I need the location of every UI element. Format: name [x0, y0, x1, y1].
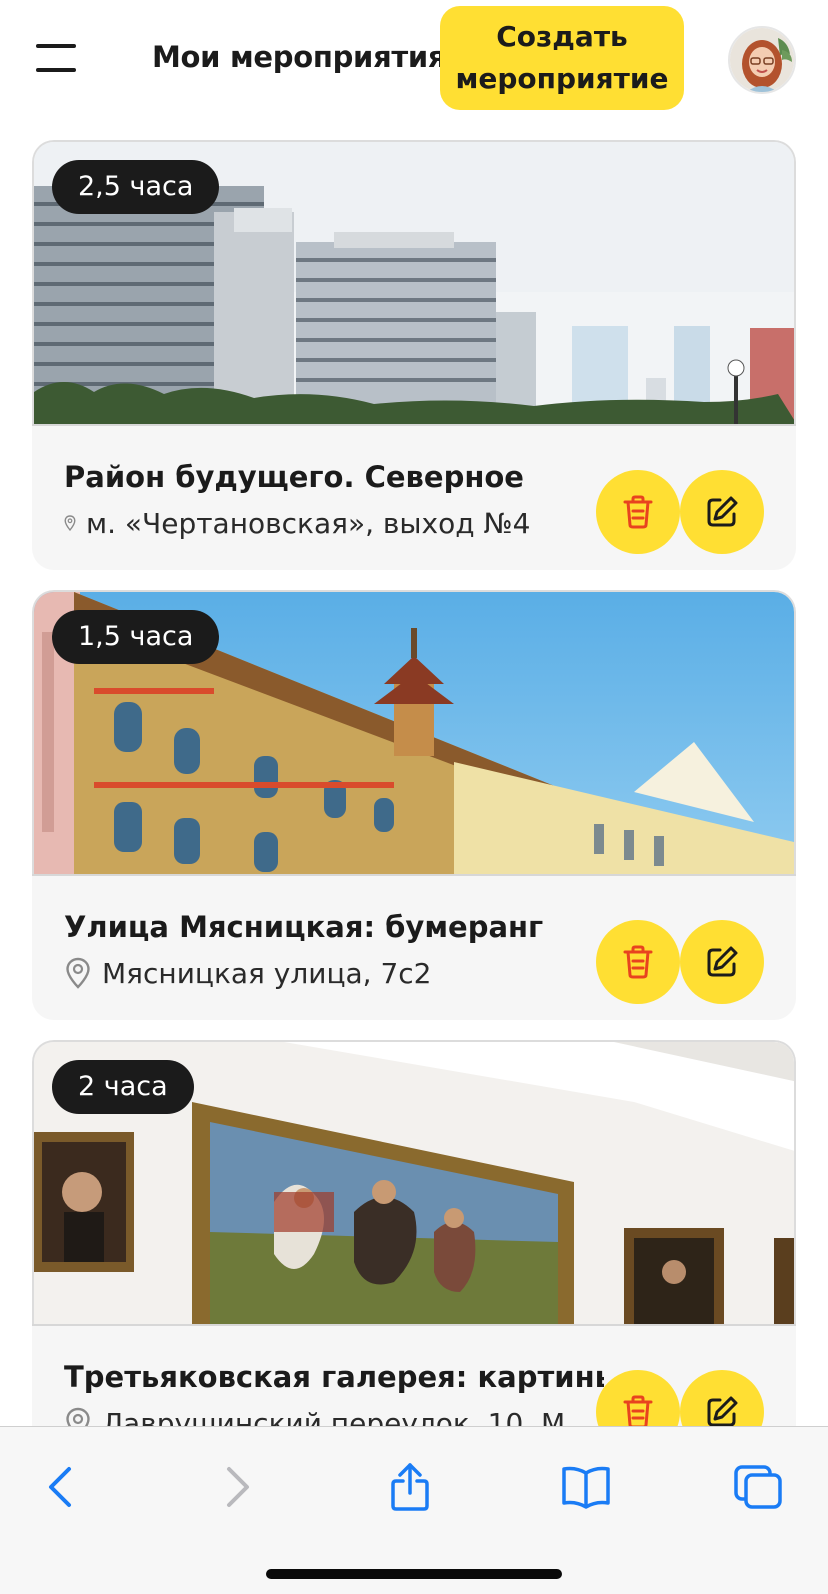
- hamburger-menu-icon[interactable]: [36, 44, 76, 72]
- create-event-button[interactable]: Создать мероприятие: [440, 6, 684, 110]
- edit-event-button[interactable]: [680, 920, 764, 1004]
- event-title: Район будущего. Северное: [64, 460, 524, 494]
- event-address: Мясницкая улица, 7с2: [64, 954, 604, 992]
- event-title: Улица Мясницкая: бумеранг: [64, 910, 544, 944]
- location-pin-icon: [64, 515, 76, 531]
- delete-event-button[interactable]: [596, 470, 680, 554]
- book-icon[interactable]: [556, 1457, 616, 1517]
- duration-badge: 2,5 часа: [52, 160, 220, 214]
- share-icon[interactable]: [380, 1457, 440, 1517]
- duration-badge: 2 часа: [52, 1060, 194, 1114]
- event-card[interactable]: 2,5 часа Район будущего. Северное м. «Че…: [32, 140, 796, 570]
- tabs-icon[interactable]: [728, 1457, 788, 1517]
- browser-toolbar: [0, 1426, 828, 1594]
- event-card[interactable]: 1,5 часа Улица Мясницкая: бумеранг Мясни…: [32, 590, 796, 1020]
- event-address: м. «Чертановская», выход №4: [64, 504, 604, 542]
- event-image: 1,5 часа: [32, 590, 796, 874]
- event-info: Улица Мясницкая: бумеранг Мясницкая улиц…: [32, 874, 796, 1020]
- trash-icon: [623, 945, 653, 979]
- event-address-text: м. «Чертановская», выход №4: [86, 506, 531, 540]
- page-title: Мои мероприятия: [152, 40, 447, 74]
- event-title: Третьяковская галерея: картины: [64, 1360, 604, 1394]
- trash-icon: [623, 1395, 653, 1429]
- event-info: Район будущего. Северное м. «Чертановска…: [32, 424, 796, 570]
- edit-event-button[interactable]: [680, 470, 764, 554]
- page: Мои мероприятия Создать мероприятие 2,5 …: [0, 0, 828, 1594]
- event-card[interactable]: 2 часа Третьяковская галерея: картины Ла…: [32, 1040, 796, 1470]
- duration-badge: 1,5 часа: [52, 610, 220, 664]
- edit-icon: [707, 946, 738, 977]
- edit-icon: [707, 496, 738, 527]
- edit-icon: [707, 1396, 738, 1427]
- header: Мои мероприятия Создать мероприятие: [0, 0, 828, 118]
- home-indicator: [266, 1569, 562, 1579]
- event-image: 2 часа: [32, 1040, 796, 1324]
- chevron-right-icon[interactable]: [208, 1457, 268, 1517]
- chevron-left-icon[interactable]: [30, 1457, 90, 1517]
- location-pin-icon: [66, 957, 90, 989]
- trash-icon: [623, 495, 653, 529]
- avatar[interactable]: [728, 26, 796, 94]
- create-event-button-label: Создать мероприятие: [455, 20, 669, 95]
- delete-event-button[interactable]: [596, 920, 680, 1004]
- event-address-text: Мясницкая улица, 7с2: [102, 956, 432, 990]
- event-image: 2,5 часа: [32, 140, 796, 424]
